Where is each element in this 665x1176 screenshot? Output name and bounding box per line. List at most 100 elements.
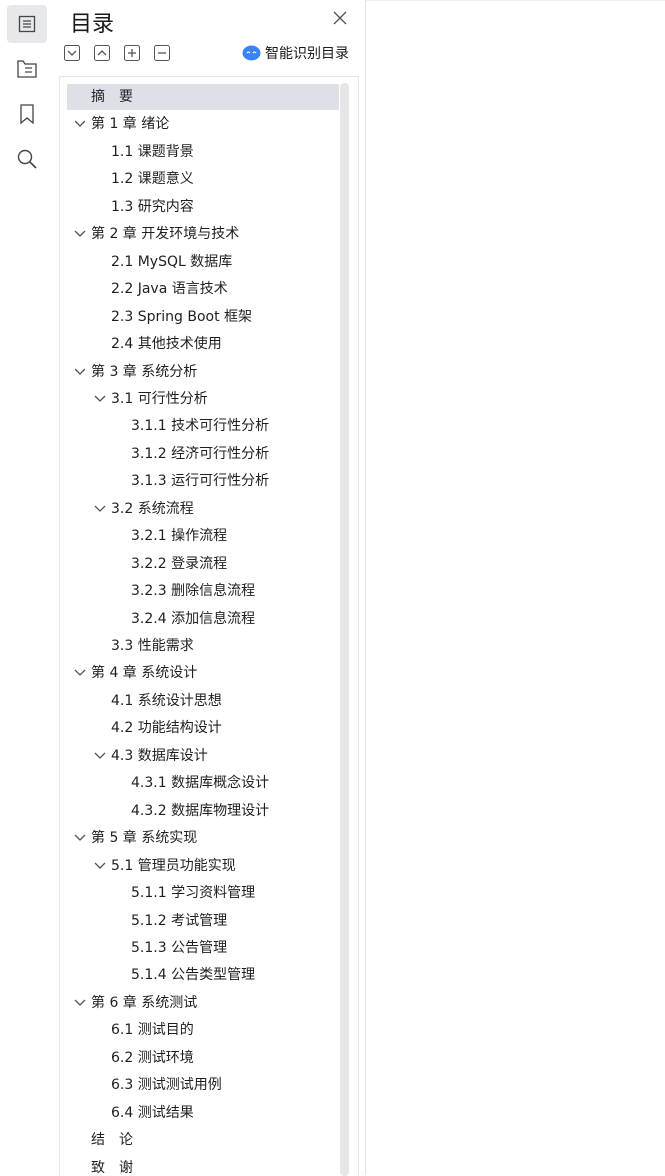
toc-item[interactable]: 5.1.2 考试管理 xyxy=(60,908,335,934)
toc-item-label: 6.3 测试测试用例 xyxy=(111,1077,222,1094)
toc-item[interactable]: 5.1 管理员功能实现 xyxy=(60,853,335,879)
toc-item-label: 6.4 测试结果 xyxy=(111,1104,194,1121)
toc-item[interactable]: 5.1.3 公告管理 xyxy=(60,935,335,961)
toc-item[interactable]: 3.2.4 添加信息流程 xyxy=(60,606,335,632)
toc-item[interactable]: 3.2.1 操作流程 xyxy=(60,523,335,549)
toc-item-label: 第 2 章 开发环境与技术 xyxy=(91,226,240,243)
chevron-down-icon[interactable] xyxy=(74,367,86,377)
toc-item-label: 5.1.4 公告类型管理 xyxy=(131,967,256,984)
ai-assistant-icon xyxy=(242,45,261,61)
attachment-tab-button[interactable] xyxy=(7,50,47,88)
toc-item[interactable]: 3.2 系统流程 xyxy=(60,496,335,522)
chevron-down-icon[interactable] xyxy=(94,504,106,514)
search-tab-button[interactable] xyxy=(7,140,47,178)
close-icon[interactable] xyxy=(333,11,347,25)
outline-tab-button[interactable] xyxy=(7,5,47,43)
toc-item[interactable]: 4.3.2 数据库物理设计 xyxy=(60,798,335,824)
search-icon xyxy=(17,149,37,169)
document-view-area xyxy=(366,0,665,1176)
toc-item[interactable]: 6.4 测试结果 xyxy=(60,1100,335,1126)
toc-item-label: 3.1.3 运行可行性分析 xyxy=(131,473,270,490)
add-icon[interactable] xyxy=(124,45,140,61)
toc-item[interactable]: 第 4 章 系统设计 xyxy=(60,660,335,686)
toc-item[interactable]: 第 2 章 开发环境与技术 xyxy=(60,221,335,247)
toc-item-label: 第 3 章 系统分析 xyxy=(91,363,198,380)
toc-item-label: 第 1 章 绪论 xyxy=(91,116,170,133)
toc-item-label: 3.1 可行性分析 xyxy=(111,390,208,407)
toc-item[interactable]: 4.3 数据库设计 xyxy=(60,743,335,769)
collapse-all-icon[interactable] xyxy=(64,45,80,61)
toc-item-label: 4.1 系统设计思想 xyxy=(111,692,222,709)
toc-item-label: 3.1.2 经济可行性分析 xyxy=(131,445,270,462)
toc-item-label: 4.3.1 数据库概念设计 xyxy=(131,775,270,792)
toc-item[interactable]: 4.2 功能结构设计 xyxy=(60,715,335,741)
chevron-down-icon[interactable] xyxy=(74,119,86,129)
toc-item[interactable]: 4.3.1 数据库概念设计 xyxy=(60,770,335,796)
chevron-down-icon[interactable] xyxy=(94,751,106,761)
chevron-down-icon[interactable] xyxy=(74,229,86,239)
scrollbar[interactable] xyxy=(340,83,349,1176)
toc-item[interactable]: 3.1 可行性分析 xyxy=(60,386,335,412)
toc-item-label: 6.1 测试目的 xyxy=(111,1022,194,1039)
toc-item[interactable]: 2.2 Java 语言技术 xyxy=(60,276,335,302)
toc-item[interactable]: 3.1.3 运行可行性分析 xyxy=(60,468,335,494)
toc-item[interactable]: 第 3 章 系统分析 xyxy=(60,359,335,385)
toc-item[interactable]: 2.1 MySQL 数据库 xyxy=(60,249,335,275)
toc-item[interactable]: 5.1.1 学习资料管理 xyxy=(60,880,335,906)
toc-item[interactable]: 6.3 测试测试用例 xyxy=(60,1072,335,1098)
toc-item[interactable]: 2.3 Spring Boot 框架 xyxy=(60,304,335,330)
toc-item[interactable]: 5.1.4 公告类型管理 xyxy=(60,962,335,988)
toc-item-label: 第 6 章 系统测试 xyxy=(91,994,198,1011)
toc-item[interactable]: 6.1 测试目的 xyxy=(60,1017,335,1043)
toc-item[interactable]: 摘 要 xyxy=(67,84,339,110)
toc-item[interactable]: 1.1 课题背景 xyxy=(60,139,335,165)
outline-icon xyxy=(18,15,36,33)
expand-all-icon[interactable] xyxy=(94,45,110,61)
toc-item[interactable]: 4.1 系统设计思想 xyxy=(60,688,335,714)
chevron-down-icon[interactable] xyxy=(74,833,86,843)
toc-item-label: 4.3.2 数据库物理设计 xyxy=(131,802,270,819)
chevron-down-icon[interactable] xyxy=(94,394,106,404)
toc-item[interactable]: 3.1.1 技术可行性分析 xyxy=(60,413,335,439)
toc-item-label: 2.1 MySQL 数据库 xyxy=(111,253,233,270)
toc-item-label: 4.2 功能结构设计 xyxy=(111,720,222,737)
panel-title: 目录 xyxy=(70,12,115,37)
toc-item-label: 2.2 Java 语言技术 xyxy=(111,281,228,298)
toc-item[interactable]: 致 谢 xyxy=(60,1155,335,1176)
chevron-down-icon[interactable] xyxy=(94,861,106,871)
toc-item[interactable]: 第 1 章 绪论 xyxy=(60,111,335,137)
toc-item-label: 5.1.3 公告管理 xyxy=(131,939,228,956)
bookmark-tab-button[interactable] xyxy=(7,95,47,133)
toc-item[interactable]: 3.3 性能需求 xyxy=(60,633,335,659)
toc-item-label: 1.1 课题背景 xyxy=(111,143,194,160)
toc-item[interactable]: 6.2 测试环境 xyxy=(60,1045,335,1071)
toc-item[interactable]: 3.2.2 登录流程 xyxy=(60,551,335,577)
toc-item-label: 5.1.2 考试管理 xyxy=(131,912,228,929)
chevron-down-icon[interactable] xyxy=(74,998,86,1008)
toc-item[interactable]: 2.4 其他技术使用 xyxy=(60,331,335,357)
remove-icon[interactable] xyxy=(154,45,170,61)
toc-item-label: 1.2 课题意义 xyxy=(111,171,194,188)
toc-item-label: 3.3 性能需求 xyxy=(111,638,194,654)
smart-recognize-button[interactable]: 智能识别目录 xyxy=(242,43,349,63)
toc-item-label: 2.4 其他技术使用 xyxy=(111,336,222,353)
toc-item-label: 3.2 系统流程 xyxy=(111,500,194,517)
toc-tree: 摘 要第 1 章 绪论 1.1 课题背景 1.2 课题意义 1.3 研究内容第 2 章… xyxy=(59,76,359,1176)
smart-recognize-label: 智能识别目录 xyxy=(265,46,349,62)
toc-item[interactable]: 结 论 xyxy=(60,1127,335,1153)
toc-item-label: 4.3 数据库设计 xyxy=(111,747,208,764)
toc-item-label: 3.2.2 登录流程 xyxy=(131,555,228,572)
toc-item[interactable]: 3.1.2 经济可行性分析 xyxy=(60,441,335,467)
toc-item-label: 3.1.1 技术可行性分析 xyxy=(131,418,270,435)
toc-item[interactable]: 第 6 章 系统测试 xyxy=(60,990,335,1016)
outline-panel: 目录 智能识别目录 摘 要第 1 章 绪论 1.1 课题背景 1.2 课题意义 1.3… xyxy=(53,0,366,1176)
toc-item-label: 1.3 研究内容 xyxy=(111,198,194,215)
toc-item[interactable]: 1.3 研究内容 xyxy=(60,194,335,220)
chevron-down-icon[interactable] xyxy=(74,668,86,678)
toc-item[interactable]: 1.2 课题意义 xyxy=(60,166,335,192)
toc-item-label: 5.1.1 学习资料管理 xyxy=(131,885,256,902)
toc-item[interactable]: 第 5 章 系统实现 xyxy=(60,825,335,851)
toc-item-label: 5.1 管理员功能实现 xyxy=(111,857,236,874)
attachment-tree-icon xyxy=(17,60,37,78)
toc-item[interactable]: 3.2.3 删除信息流程 xyxy=(60,578,335,604)
